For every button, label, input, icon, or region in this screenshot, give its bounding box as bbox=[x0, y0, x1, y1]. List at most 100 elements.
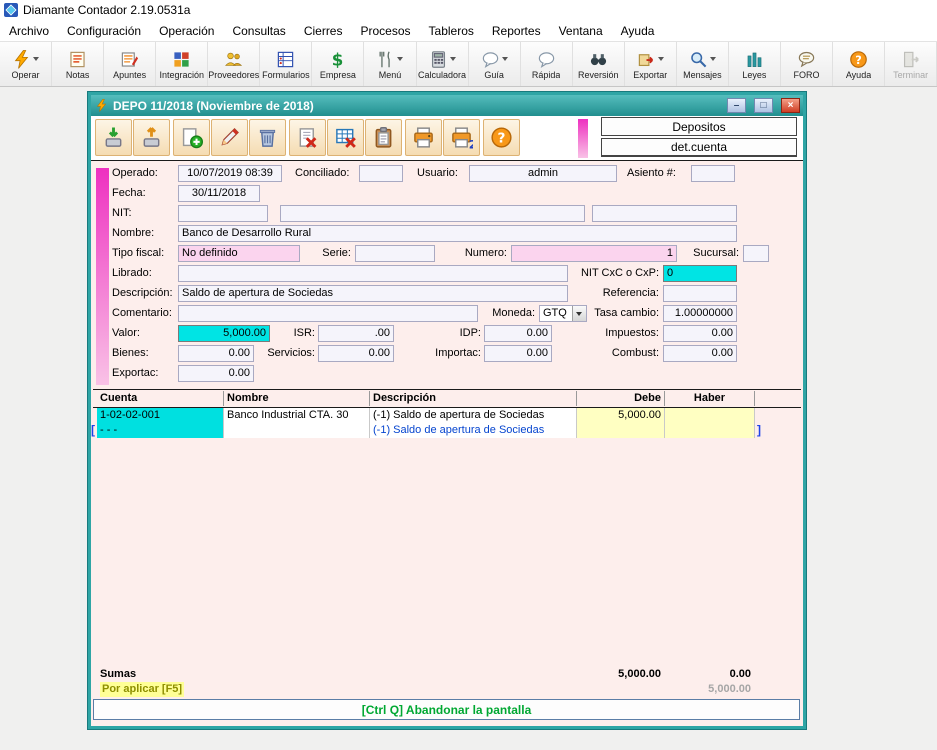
table-cell[interactable]: (-1) Saldo de apertura de Sociedas bbox=[370, 408, 577, 423]
maximize-button[interactable]: □ bbox=[754, 98, 773, 113]
minimize-button[interactable]: – bbox=[727, 98, 746, 113]
toolbar-mensajes[interactable]: Mensajes bbox=[677, 42, 729, 86]
menu-procesos[interactable]: Procesos bbox=[351, 24, 419, 38]
toolbar-exportar[interactable]: Exportar bbox=[625, 42, 677, 86]
menu-reportes[interactable]: Reportes bbox=[483, 24, 550, 38]
menu-configuracion[interactable]: Configuración bbox=[58, 24, 150, 38]
export-button[interactable] bbox=[133, 119, 170, 156]
import-disk-icon bbox=[102, 126, 125, 149]
accent-bar bbox=[578, 119, 588, 158]
toolbar-proveedores[interactable]: Proveedores bbox=[208, 42, 260, 86]
add-record-icon bbox=[180, 126, 203, 149]
chevron-down-icon bbox=[710, 57, 716, 61]
toolbar-rapida[interactable]: Rápida bbox=[521, 42, 573, 86]
sucursal-field[interactable] bbox=[743, 245, 769, 262]
void-document-icon bbox=[296, 126, 319, 149]
close-button[interactable]: × bbox=[781, 98, 800, 113]
bienes-field[interactable]: 0.00 bbox=[178, 345, 254, 362]
nit-field-3[interactable] bbox=[592, 205, 737, 222]
toolbar-terminar[interactable]: Terminar bbox=[885, 42, 937, 86]
impuestos-field[interactable]: 0.00 bbox=[663, 325, 737, 342]
toolbar-menu[interactable]: Menú bbox=[364, 42, 416, 86]
nit-field-2[interactable] bbox=[280, 205, 585, 222]
tipo-fiscal-field[interactable]: No definido bbox=[178, 245, 300, 262]
asiento-field[interactable] bbox=[691, 165, 735, 182]
nit-cxc-field[interactable]: 0 bbox=[663, 265, 737, 282]
fecha-field[interactable]: 30/11/2018 bbox=[178, 185, 260, 202]
descripcion-field[interactable]: Saldo de apertura de Sociedas bbox=[178, 285, 568, 302]
menu-tableros[interactable]: Tableros bbox=[420, 24, 483, 38]
menu-cierres[interactable]: Cierres bbox=[295, 24, 352, 38]
numero-field[interactable]: 1 bbox=[511, 245, 677, 262]
conciliado-field[interactable] bbox=[359, 165, 403, 182]
fecha-label: Fecha: bbox=[112, 185, 146, 201]
toolbar-integracion[interactable]: Integración bbox=[156, 42, 208, 86]
menu-operacion[interactable]: Operación bbox=[150, 24, 223, 38]
toolbar-empresa[interactable]: Empresa bbox=[312, 42, 364, 86]
excel-delete-button[interactable] bbox=[327, 119, 364, 156]
edit-button[interactable] bbox=[211, 119, 248, 156]
sucursal-label: Sucursal: bbox=[683, 245, 739, 261]
toolbar-operar[interactable]: Operar bbox=[0, 42, 52, 86]
child-titlebar[interactable]: DEPO 11/2018 (Noviembre de 2018) – □ × bbox=[91, 95, 803, 116]
referencia-field[interactable] bbox=[663, 285, 737, 302]
print-2-button[interactable] bbox=[443, 119, 480, 156]
serie-field[interactable] bbox=[355, 245, 435, 262]
nit-field-1[interactable] bbox=[178, 205, 268, 222]
table-cell[interactable] bbox=[665, 408, 755, 423]
toolbar-notas[interactable]: Notas bbox=[52, 42, 104, 86]
servicios-field[interactable]: 0.00 bbox=[318, 345, 394, 362]
toolbar-guia[interactable]: Guía bbox=[469, 42, 521, 86]
toolbar-reversion[interactable]: Reversión bbox=[573, 42, 625, 86]
exportac-field[interactable]: 0.00 bbox=[178, 365, 254, 382]
table-cell[interactable]: (-1) Saldo de apertura de Sociedas bbox=[370, 423, 577, 438]
table-cell[interactable] bbox=[577, 423, 665, 438]
forum-bubble-icon bbox=[797, 50, 816, 69]
usuario-field[interactable]: admin bbox=[469, 165, 617, 182]
menu-ayuda[interactable]: Ayuda bbox=[612, 24, 664, 38]
operado-field[interactable]: 10/07/2019 08:39 bbox=[178, 165, 282, 182]
combust-field[interactable]: 0.00 bbox=[663, 345, 737, 362]
toolbar-ayuda[interactable]: Ayuda bbox=[833, 42, 885, 86]
toolbar-leyes[interactable]: Leyes bbox=[729, 42, 781, 86]
void-button[interactable] bbox=[289, 119, 326, 156]
nombre-field[interactable]: Banco de Desarrollo Rural bbox=[178, 225, 737, 242]
notes-icon bbox=[68, 50, 87, 69]
comentario-field[interactable] bbox=[178, 305, 478, 322]
toolbar-formularios[interactable]: Formularios bbox=[260, 42, 312, 86]
app-title: Diamante Contador 2.19.0531a bbox=[23, 3, 190, 17]
tasa-cambio-field[interactable]: 1.00000000 bbox=[663, 305, 737, 322]
delete-button[interactable] bbox=[249, 119, 286, 156]
asiento-label: Asiento #: bbox=[627, 165, 676, 181]
excel-delete-icon bbox=[334, 126, 357, 149]
moneda-value: GTQ bbox=[543, 307, 567, 319]
panel-det-cuenta[interactable]: det.cuenta bbox=[601, 138, 797, 157]
add-button[interactable] bbox=[173, 119, 210, 156]
import-button[interactable] bbox=[95, 119, 132, 156]
menu-archivo[interactable]: Archivo bbox=[0, 24, 58, 38]
table-cell[interactable]: 5,000.00 bbox=[577, 408, 665, 423]
librado-field[interactable] bbox=[178, 265, 568, 282]
columns-icon bbox=[745, 50, 764, 69]
paste-button[interactable] bbox=[365, 119, 402, 156]
print-button[interactable] bbox=[405, 119, 442, 156]
numero-label: Numero: bbox=[451, 245, 507, 261]
toolbar-foro[interactable]: FORO bbox=[781, 42, 833, 86]
table-cell[interactable] bbox=[224, 423, 370, 438]
por-aplicar-value: 5,000.00 bbox=[665, 682, 751, 697]
panel-depositos[interactable]: Depositos bbox=[601, 117, 797, 136]
help-icon bbox=[490, 126, 513, 149]
toolbar-calculadora[interactable]: Calculadora bbox=[417, 42, 469, 86]
table-cell[interactable]: - - - bbox=[97, 423, 224, 438]
valor-field[interactable]: 5,000.00 bbox=[178, 325, 270, 342]
menu-ventana[interactable]: Ventana bbox=[550, 24, 612, 38]
table-cell[interactable]: Banco Industrial CTA. 30 bbox=[224, 408, 370, 423]
mdi-area: DEPO 11/2018 (Noviembre de 2018) – □ × D… bbox=[0, 87, 937, 750]
menu-consultas[interactable]: Consultas bbox=[223, 24, 294, 38]
table-cell[interactable] bbox=[665, 423, 755, 438]
toolbar-apuntes[interactable]: Apuntes bbox=[104, 42, 156, 86]
isr-field[interactable]: .00 bbox=[318, 325, 394, 342]
moneda-select[interactable]: GTQ bbox=[539, 305, 587, 322]
help-button[interactable] bbox=[483, 119, 520, 156]
table-cell[interactable]: 1-02-02-001 bbox=[97, 408, 224, 423]
